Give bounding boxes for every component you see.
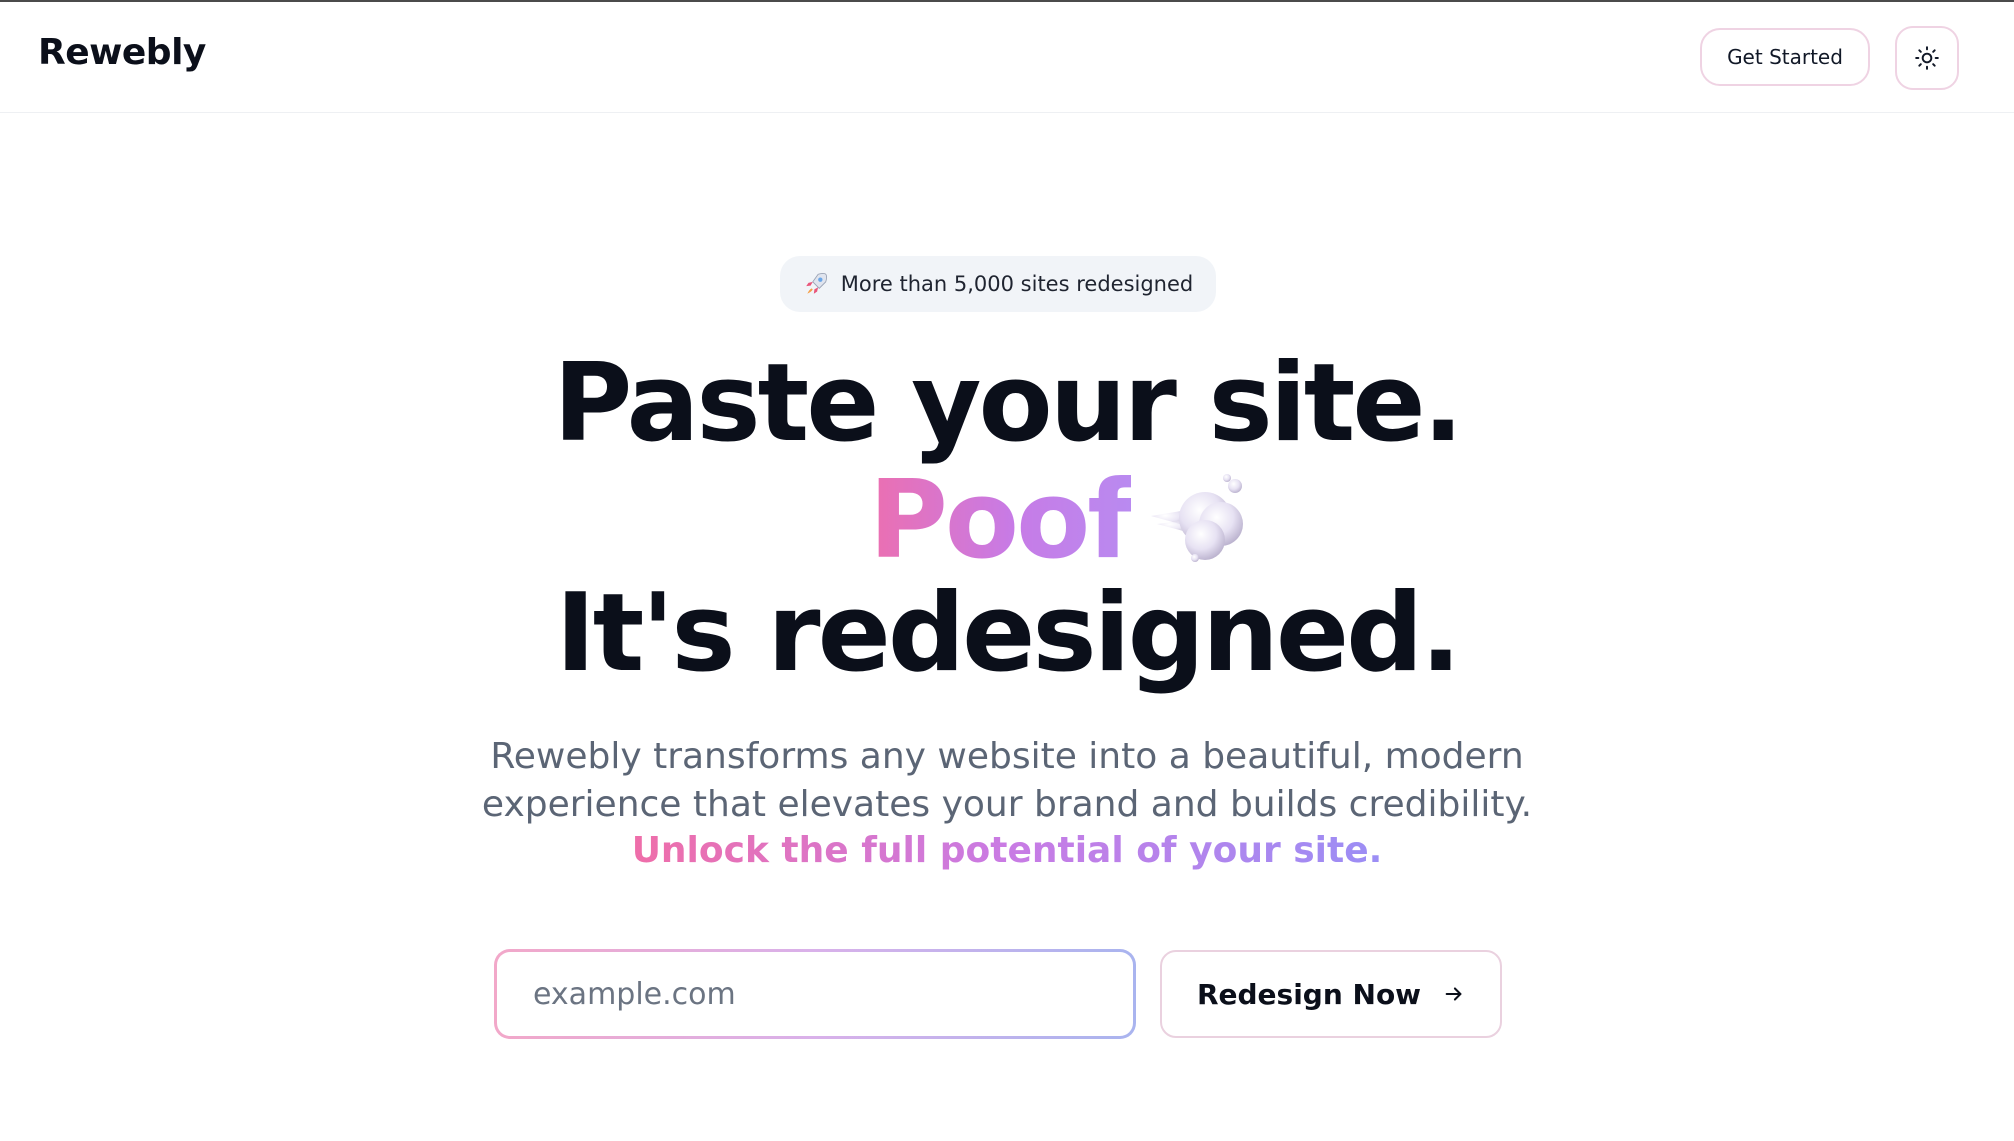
sites-redesigned-badge: More than 5,000 sites redesigned — [780, 256, 1216, 312]
redesign-now-button[interactable]: Redesign Now — [1160, 950, 1502, 1038]
subtitle-line-1: Rewebly transforms any website into a be… — [490, 736, 1524, 777]
sun-icon — [1914, 45, 1940, 71]
redesign-now-label: Redesign Now — [1196, 977, 1422, 1011]
url-input[interactable] — [497, 952, 1133, 1036]
theme-toggle-button[interactable] — [1895, 26, 1959, 90]
poof-word: Poof — [868, 458, 1135, 583]
get-started-button[interactable]: Get Started — [1700, 28, 1870, 86]
subtitle-line-2: experience that elevates your brand and … — [481, 784, 1533, 825]
cloud-poof-icon — [1147, 466, 1257, 576]
headline-line-1: Paste your site. — [553, 341, 1463, 466]
url-input-wrapper — [494, 949, 1136, 1039]
rocket-icon — [803, 271, 829, 297]
brand-logo[interactable]: Rewebly — [38, 32, 206, 73]
arrow-right-icon — [1443, 983, 1465, 1005]
tagline-text: Unlock the full potential of your site. — [631, 830, 1383, 871]
headline-line-3: It's redesigned. — [555, 571, 1462, 696]
hero-subtitle: Rewebly transforms any website into a be… — [0, 733, 2014, 829]
site-header: Rewebly Get Started — [0, 2, 2014, 113]
tagline: Unlock the full potential of your site. — [0, 830, 2014, 871]
headline-line-2: Poof — [0, 466, 2014, 576]
badge-text: More than 5,000 sites redesigned — [840, 272, 1194, 296]
